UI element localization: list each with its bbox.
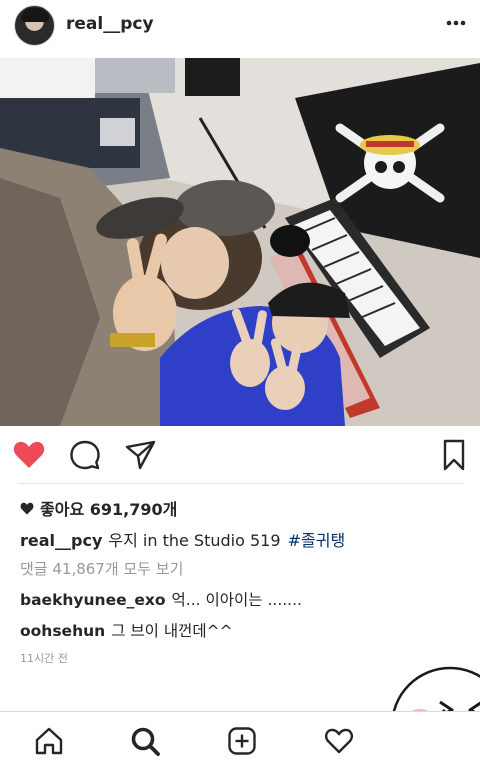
heart-icon[interactable]	[12, 438, 46, 472]
view-all-comments-link[interactable]: 댓글 41,867개 모두 보기	[20, 558, 183, 579]
comment-username[interactable]: baekhyunee_exo	[20, 591, 166, 609]
caption-username[interactable]: real__pcy	[20, 531, 102, 550]
comment: oohsehun 그 브이 내껀데^^	[20, 619, 233, 641]
post-timestamp: 11시간 전	[20, 652, 68, 665]
bottom-tab-bar	[0, 711, 480, 769]
add-post-icon[interactable]	[227, 726, 257, 756]
comment-icon[interactable]	[68, 438, 102, 472]
likes-count[interactable]: 좋아요 691,790개	[20, 496, 177, 520]
heart-small-icon	[20, 502, 34, 514]
comment-username[interactable]: oohsehun	[20, 622, 105, 640]
comment: baekhyunee_exo 억... 이아이는 .......	[20, 588, 302, 610]
search-icon[interactable]	[130, 726, 160, 756]
divider	[18, 483, 464, 484]
post-header: real__pcy	[0, 0, 480, 54]
comment-text: 그 브이 내껀데^^	[111, 622, 233, 640]
likes-text: 좋아요 691,790개	[40, 500, 178, 519]
post-photo[interactable]	[0, 58, 480, 426]
home-icon[interactable]	[34, 726, 64, 756]
caption-text: 우지 in the Studio 519	[108, 531, 281, 550]
share-icon[interactable]	[123, 438, 157, 472]
more-options-icon[interactable]	[446, 20, 466, 26]
post-caption: real__pcy 우지 in the Studio 519 #졸귀탱	[20, 527, 345, 551]
comment-text: 억... 이아이는 .......	[171, 591, 302, 609]
post-actions	[0, 432, 480, 476]
avatar[interactable]	[14, 5, 55, 46]
caption-hashtag[interactable]: #졸귀탱	[288, 531, 346, 550]
activity-heart-icon[interactable]	[324, 726, 354, 756]
bookmark-icon[interactable]	[437, 438, 471, 472]
post-username[interactable]: real__pcy	[66, 14, 154, 34]
